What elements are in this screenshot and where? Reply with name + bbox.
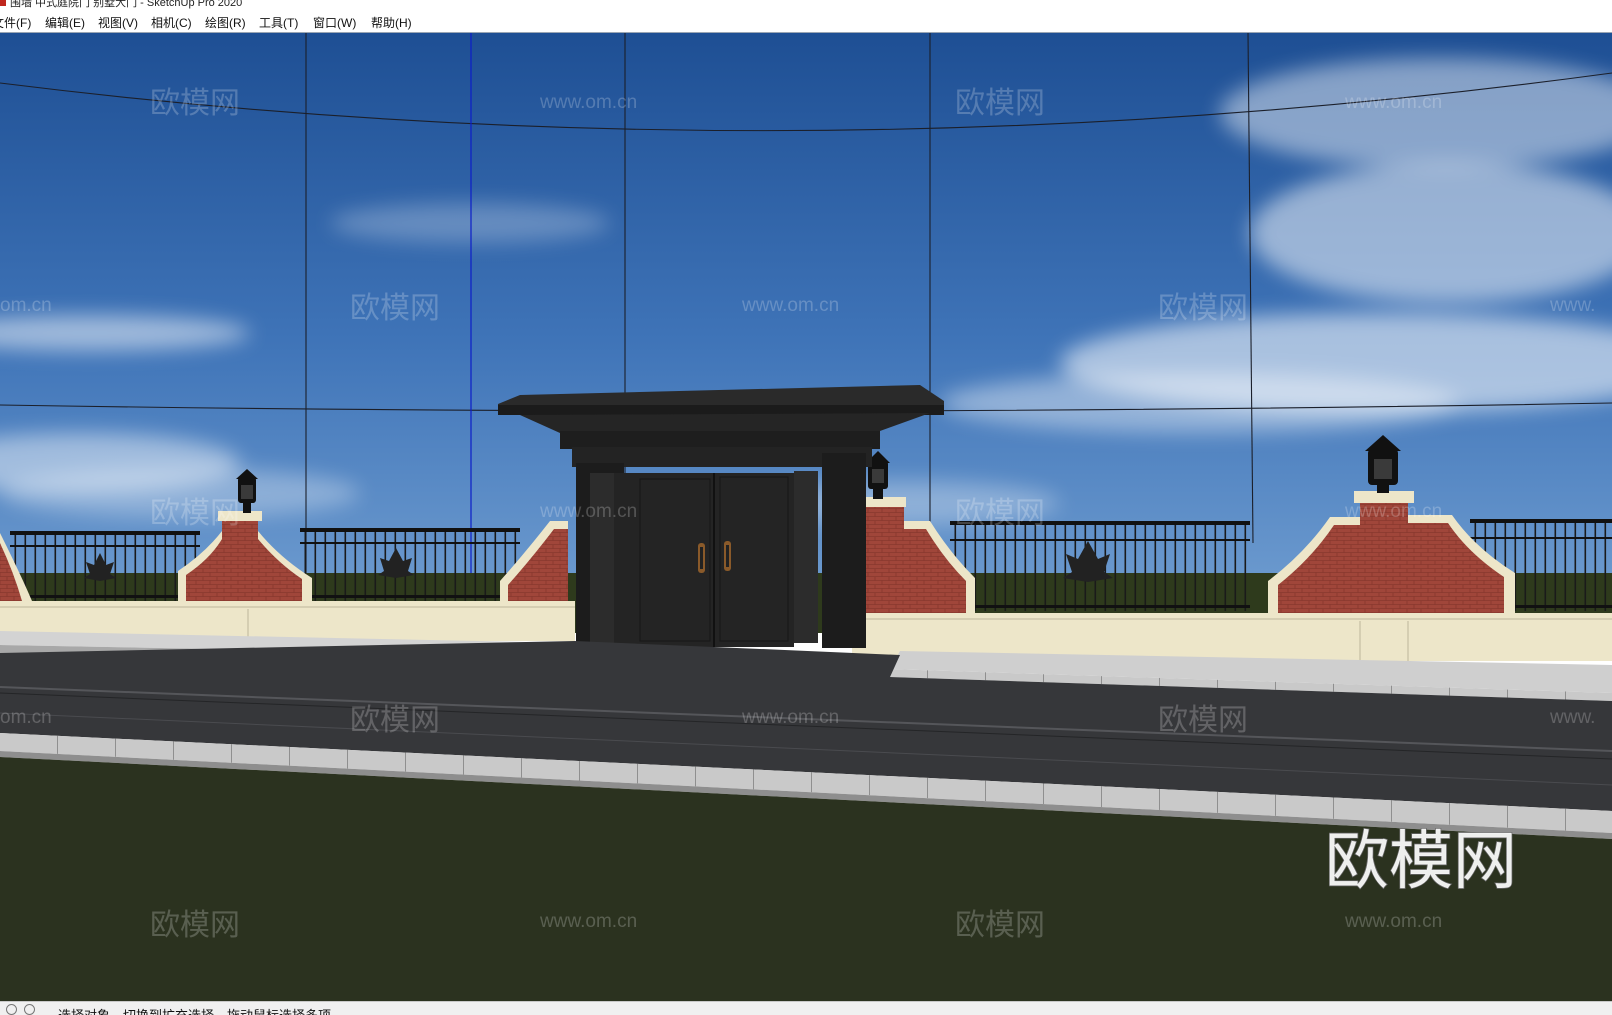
watermark-site-cut: www. bbox=[1549, 295, 1595, 316]
watermark-brand: 欧模网 bbox=[955, 497, 1045, 530]
window-title: 围墙 中式庭院门 别墅大门 - SketchUp Pro 2020 bbox=[10, 0, 243, 9]
watermark-brand: 欧模网 bbox=[350, 292, 440, 325]
watermark-site: www.om.cn bbox=[741, 707, 839, 728]
menu-bar: 文件(F) 编辑(E) 视图(V) 相机(C) 绘图(R) 工具(T) 窗口(W… bbox=[0, 10, 1612, 33]
watermark-brand-large: 欧模网 bbox=[1325, 825, 1517, 897]
scene-render[interactable]: 欧模网 www.om.cn 欧模网 www.om.cn om.cn 欧模网 ww… bbox=[0, 33, 1612, 1001]
menu-help[interactable]: 帮助(H) bbox=[371, 14, 412, 31]
watermark-site-partial: om.cn bbox=[0, 295, 52, 316]
menu-tools[interactable]: 工具(T) bbox=[259, 14, 298, 31]
model-viewport[interactable]: 欧模网 www.om.cn 欧模网 www.om.cn om.cn 欧模网 ww… bbox=[0, 33, 1612, 1001]
watermark-site: www.om.cn bbox=[1344, 911, 1442, 932]
menu-edit[interactable]: 编辑(E) bbox=[45, 14, 85, 31]
title-bar: 围墙 中式庭院门 别墅大门 - SketchUp Pro 2020 bbox=[0, 0, 1612, 10]
geo-location-icon[interactable] bbox=[6, 1004, 17, 1015]
watermark-brand: 欧模网 bbox=[150, 909, 240, 942]
watermark-brand: 欧模网 bbox=[150, 497, 240, 530]
watermark-brand: 欧模网 bbox=[350, 704, 440, 737]
menu-window[interactable]: 窗口(W) bbox=[313, 14, 356, 31]
menu-camera[interactable]: 相机(C) bbox=[151, 14, 192, 31]
watermark-brand: 欧模网 bbox=[150, 87, 240, 120]
watermark-brand: 欧模网 bbox=[955, 909, 1045, 942]
watermark-site: www.om.cn bbox=[1344, 501, 1442, 522]
watermark-brand: 欧模网 bbox=[1158, 292, 1248, 325]
watermark-site-cut: www. bbox=[1549, 707, 1595, 728]
watermark-site: www.om.cn bbox=[539, 501, 637, 522]
menu-file[interactable]: 文件(F) bbox=[0, 14, 31, 31]
watermark-site: www.om.cn bbox=[539, 92, 637, 113]
info-icon[interactable] bbox=[24, 1004, 35, 1015]
menu-view[interactable]: 视图(V) bbox=[98, 14, 138, 31]
watermark-brand: 欧模网 bbox=[1158, 704, 1248, 737]
watermark-site: www.om.cn bbox=[1344, 92, 1442, 113]
sketchup-app-icon bbox=[0, 0, 6, 6]
status-bar: 选择对象。切换到扩充选择。拖动鼠标选择多项。 bbox=[0, 1001, 1612, 1015]
menu-draw[interactable]: 绘图(R) bbox=[205, 14, 246, 31]
watermark-site: www.om.cn bbox=[539, 911, 637, 932]
watermark-site-partial: om.cn bbox=[0, 707, 52, 728]
watermark-brand: 欧模网 bbox=[955, 87, 1045, 120]
watermark-site: www.om.cn bbox=[741, 295, 839, 316]
